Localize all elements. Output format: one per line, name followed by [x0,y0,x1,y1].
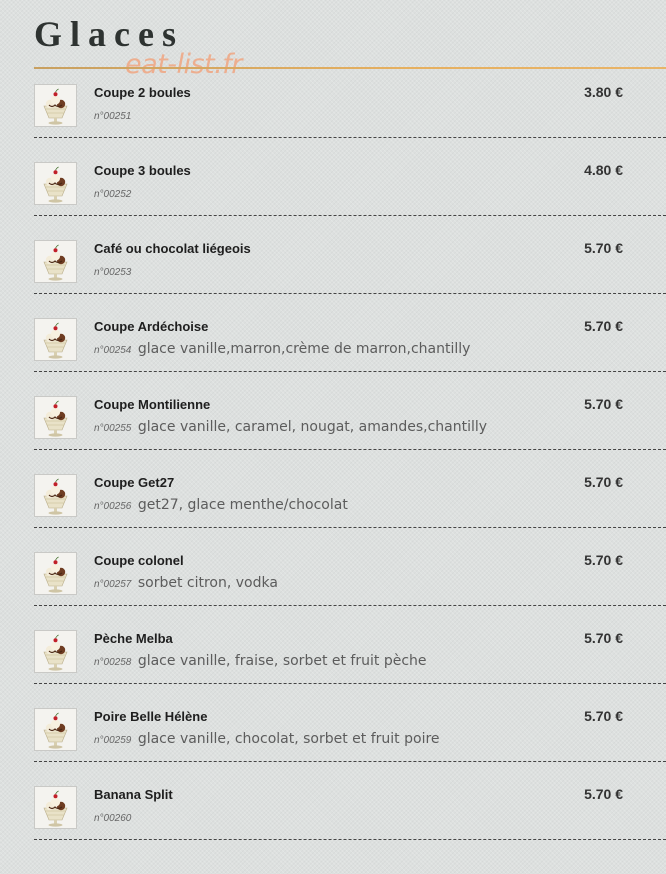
item-description: glace vanille, chocolat, sorbet et fruit… [137,731,440,747]
menu-item[interactable]: Café ou chocolat liégeois n°00253 5.70 € [34,238,666,294]
ice-cream-sundae-icon [34,474,77,517]
menu-item[interactable]: Coupe 3 boules n°00252 4.80 € [34,160,666,216]
item-price: 3.80 € [584,84,623,100]
menu-item[interactable]: Coupe Get27 n°00256 get27, glace menthe/… [34,472,666,528]
ice-cream-sundae-icon [34,162,77,205]
item-name: Coupe Get27 [94,475,175,490]
item-meta: n°00251 [94,105,133,127]
item-name: Coupe Montilienne [94,397,211,412]
ice-cream-sundae-icon [34,708,77,751]
item-meta: n°00254 glace vanille,marron,crème de ma… [94,339,470,361]
item-description: glace vanille,marron,crème de marron,cha… [137,341,471,357]
watermark: eat-list.fr [125,49,242,80]
item-ref: n°00254 [94,345,132,356]
item-ref: n°00258 [94,657,132,668]
item-ref: n°00255 [94,423,132,434]
menu-item[interactable]: Poire Belle Hélène n°00259 glace vanille… [34,706,666,762]
item-name: Coupe 3 boules [94,163,191,178]
item-name: Poire Belle Hélène [94,709,208,724]
item-meta: n°00257 sorbet citron, vodka [94,573,278,595]
item-ref: n°00252 [94,189,132,200]
item-price: 5.70 € [584,396,623,412]
menu-item[interactable]: Coupe colonel n°00257 sorbet citron, vod… [34,550,666,606]
item-price: 5.70 € [584,552,623,568]
menu-item[interactable]: Pèche Melba n°00258 glace vanille, frais… [34,628,666,684]
menu-item[interactable]: Coupe Montilienne n°00255 glace vanille,… [34,394,666,450]
item-name: Coupe colonel [94,553,184,568]
item-meta: n°00255 glace vanille, caramel, nougat, … [94,417,487,439]
item-description: get27, glace menthe/chocolat [137,497,348,513]
item-meta: n°00260 [94,807,133,829]
item-price: 5.70 € [584,240,623,256]
menu-item[interactable]: Coupe 2 boules n°00251 3.80 € [34,82,666,138]
item-meta: n°00256 get27, glace menthe/chocolat [94,495,348,517]
item-price: 5.70 € [584,474,623,490]
item-description: glace vanille, caramel, nougat, amandes,… [137,419,488,435]
item-ref: n°00251 [94,111,132,122]
menu-list: Coupe 2 boules n°00251 3.80 € Coupe 3 bo… [34,82,666,862]
item-price: 5.70 € [584,630,623,646]
item-price: 5.70 € [584,708,623,724]
item-ref: n°00260 [94,813,132,824]
item-ref: n°00253 [94,267,132,278]
ice-cream-sundae-icon [34,552,77,595]
item-ref: n°00259 [94,735,132,746]
item-name: Café ou chocolat liégeois [94,241,251,256]
ice-cream-sundae-icon [34,84,77,127]
item-price: 5.70 € [584,786,623,802]
item-name: Coupe Ardéchoise [94,319,209,334]
item-meta: n°00252 [94,183,133,205]
item-name: Coupe 2 boules [94,85,191,100]
item-meta: n°00259 glace vanille, chocolat, sorbet … [94,729,440,751]
ice-cream-sundae-icon [34,318,77,361]
ice-cream-sundae-icon [34,396,77,439]
ice-cream-sundae-icon [34,786,77,829]
item-meta: n°00258 glace vanille, fraise, sorbet et… [94,651,427,673]
item-description: sorbet citron, vodka [137,575,278,591]
item-price: 5.70 € [584,318,623,334]
item-ref: n°00256 [94,501,132,512]
item-description: glace vanille, fraise, sorbet et fruit p… [137,653,427,669]
ice-cream-sundae-icon [34,240,77,283]
menu-item[interactable]: Coupe Ardéchoise n°00254 glace vanille,m… [34,316,666,372]
item-name: Pèche Melba [94,631,173,646]
menu-item[interactable]: Banana Split n°00260 5.70 € [34,784,666,840]
ice-cream-sundae-icon [34,630,77,673]
item-price: 4.80 € [584,162,623,178]
item-ref: n°00257 [94,579,132,590]
item-name: Banana Split [94,787,173,802]
item-meta: n°00253 [94,261,133,283]
title-divider [34,67,666,69]
